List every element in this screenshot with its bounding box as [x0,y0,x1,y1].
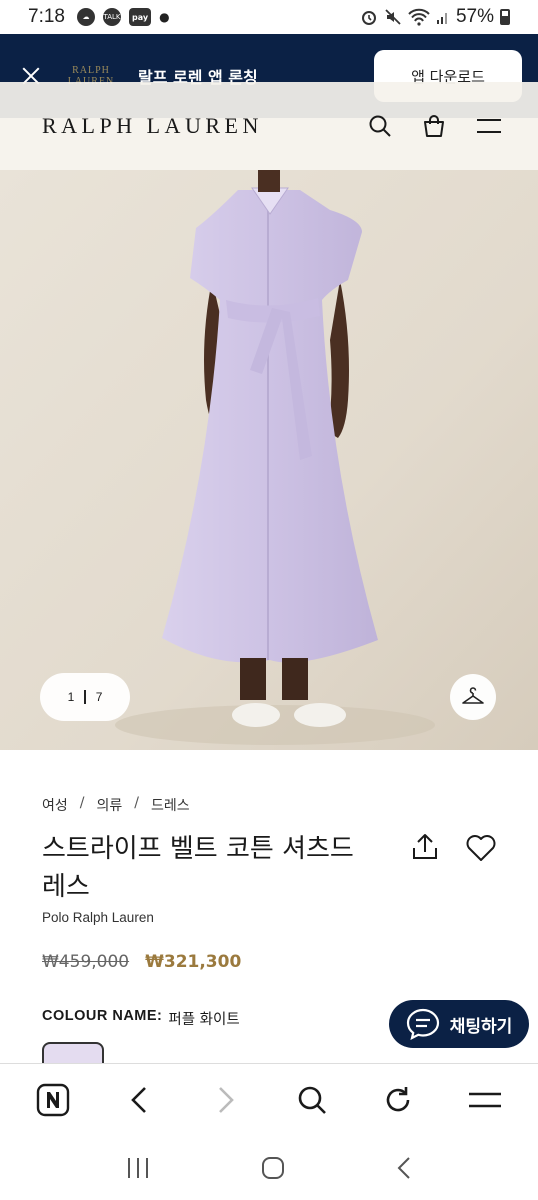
browser-search-button[interactable] [288,1076,336,1124]
forward-button[interactable] [202,1076,250,1124]
chevron-right-icon [218,1086,234,1113]
signal-icon [436,13,447,24]
pager-total: 7 [95,690,103,704]
image-pager: 1 7 [40,673,130,721]
breadcrumb-separator: / [134,795,139,811]
hanger-icon [462,687,484,704]
naver-home-button[interactable] [29,1076,77,1124]
price-row: ₩459,000 ₩321,300 [42,952,241,972]
brand-logo[interactable]: RALPH LAUREN [42,113,263,139]
chat-bubble-icon [406,1008,439,1040]
share-icon[interactable] [410,832,440,862]
shopping-bag-icon[interactable] [422,114,446,138]
search-icon[interactable] [368,114,392,138]
search-icon [298,1086,327,1114]
breadcrumb: 여성 / 의류 / 드레스 [42,795,190,815]
weather-icon: ☁ [76,8,95,26]
chat-button[interactable]: 채팅하기 [389,1000,529,1048]
mute-icon [385,9,401,25]
product-brand[interactable]: Polo Ralph Lauren [42,910,154,925]
pay-icon: pay [128,8,152,26]
menu-icon[interactable] [476,116,502,136]
recent-apps-icon[interactable] [126,1157,150,1179]
reload-icon [387,1086,410,1111]
wifi-icon [408,8,430,26]
product-title: 스트라이프 벨트 코튼 셔츠드레스 [42,834,354,902]
notification-dot-icon: ● [159,10,170,24]
breadcrumb-separator: / [79,795,85,811]
battery-icon [500,9,510,25]
chat-label: 채팅하기 [449,1016,513,1037]
status-bar: 7:18 ☁ TALK pay ● 57% [0,0,538,34]
battery-percent: 57% [455,6,494,27]
colour-row: COLOUR NAME: 퍼플 화이트 [42,1008,240,1029]
talk-icon: TALK [102,8,121,26]
pager-divider [84,690,86,704]
back-button[interactable] [115,1076,163,1124]
pager-current: 1 [67,690,75,704]
browser-toolbar [0,1063,538,1135]
naver-n-icon [36,1083,70,1116]
breadcrumb-item-clothing[interactable]: 의류 [96,795,122,815]
alarm-icon [361,11,376,25]
reload-button[interactable] [374,1076,422,1124]
menu-icon [468,1092,501,1107]
home-icon[interactable] [261,1156,285,1180]
breadcrumb-item-women[interactable]: 여성 [42,795,68,815]
colour-label: COLOUR NAME: [42,1008,163,1024]
site-header: RALPH LAUREN [0,82,538,170]
colour-value: 퍼플 화이트 [168,1012,240,1028]
status-time: 7:18 [28,6,65,27]
wishlist-heart-icon[interactable] [466,834,496,862]
hanger-button[interactable] [450,674,496,720]
product-photo [0,170,538,750]
chevron-left-icon [131,1086,147,1113]
browser-menu-button[interactable] [461,1076,509,1124]
system-back-icon[interactable] [396,1156,412,1180]
product-image[interactable]: 1 7 [0,170,538,750]
android-nav-bar [0,1135,538,1200]
price-original: ₩459,000 [42,952,130,972]
price-sale: ₩321,300 [145,952,242,972]
breadcrumb-item-dresses[interactable]: 드레스 [151,795,190,815]
banner-logo-line1: RALPH [72,65,110,76]
